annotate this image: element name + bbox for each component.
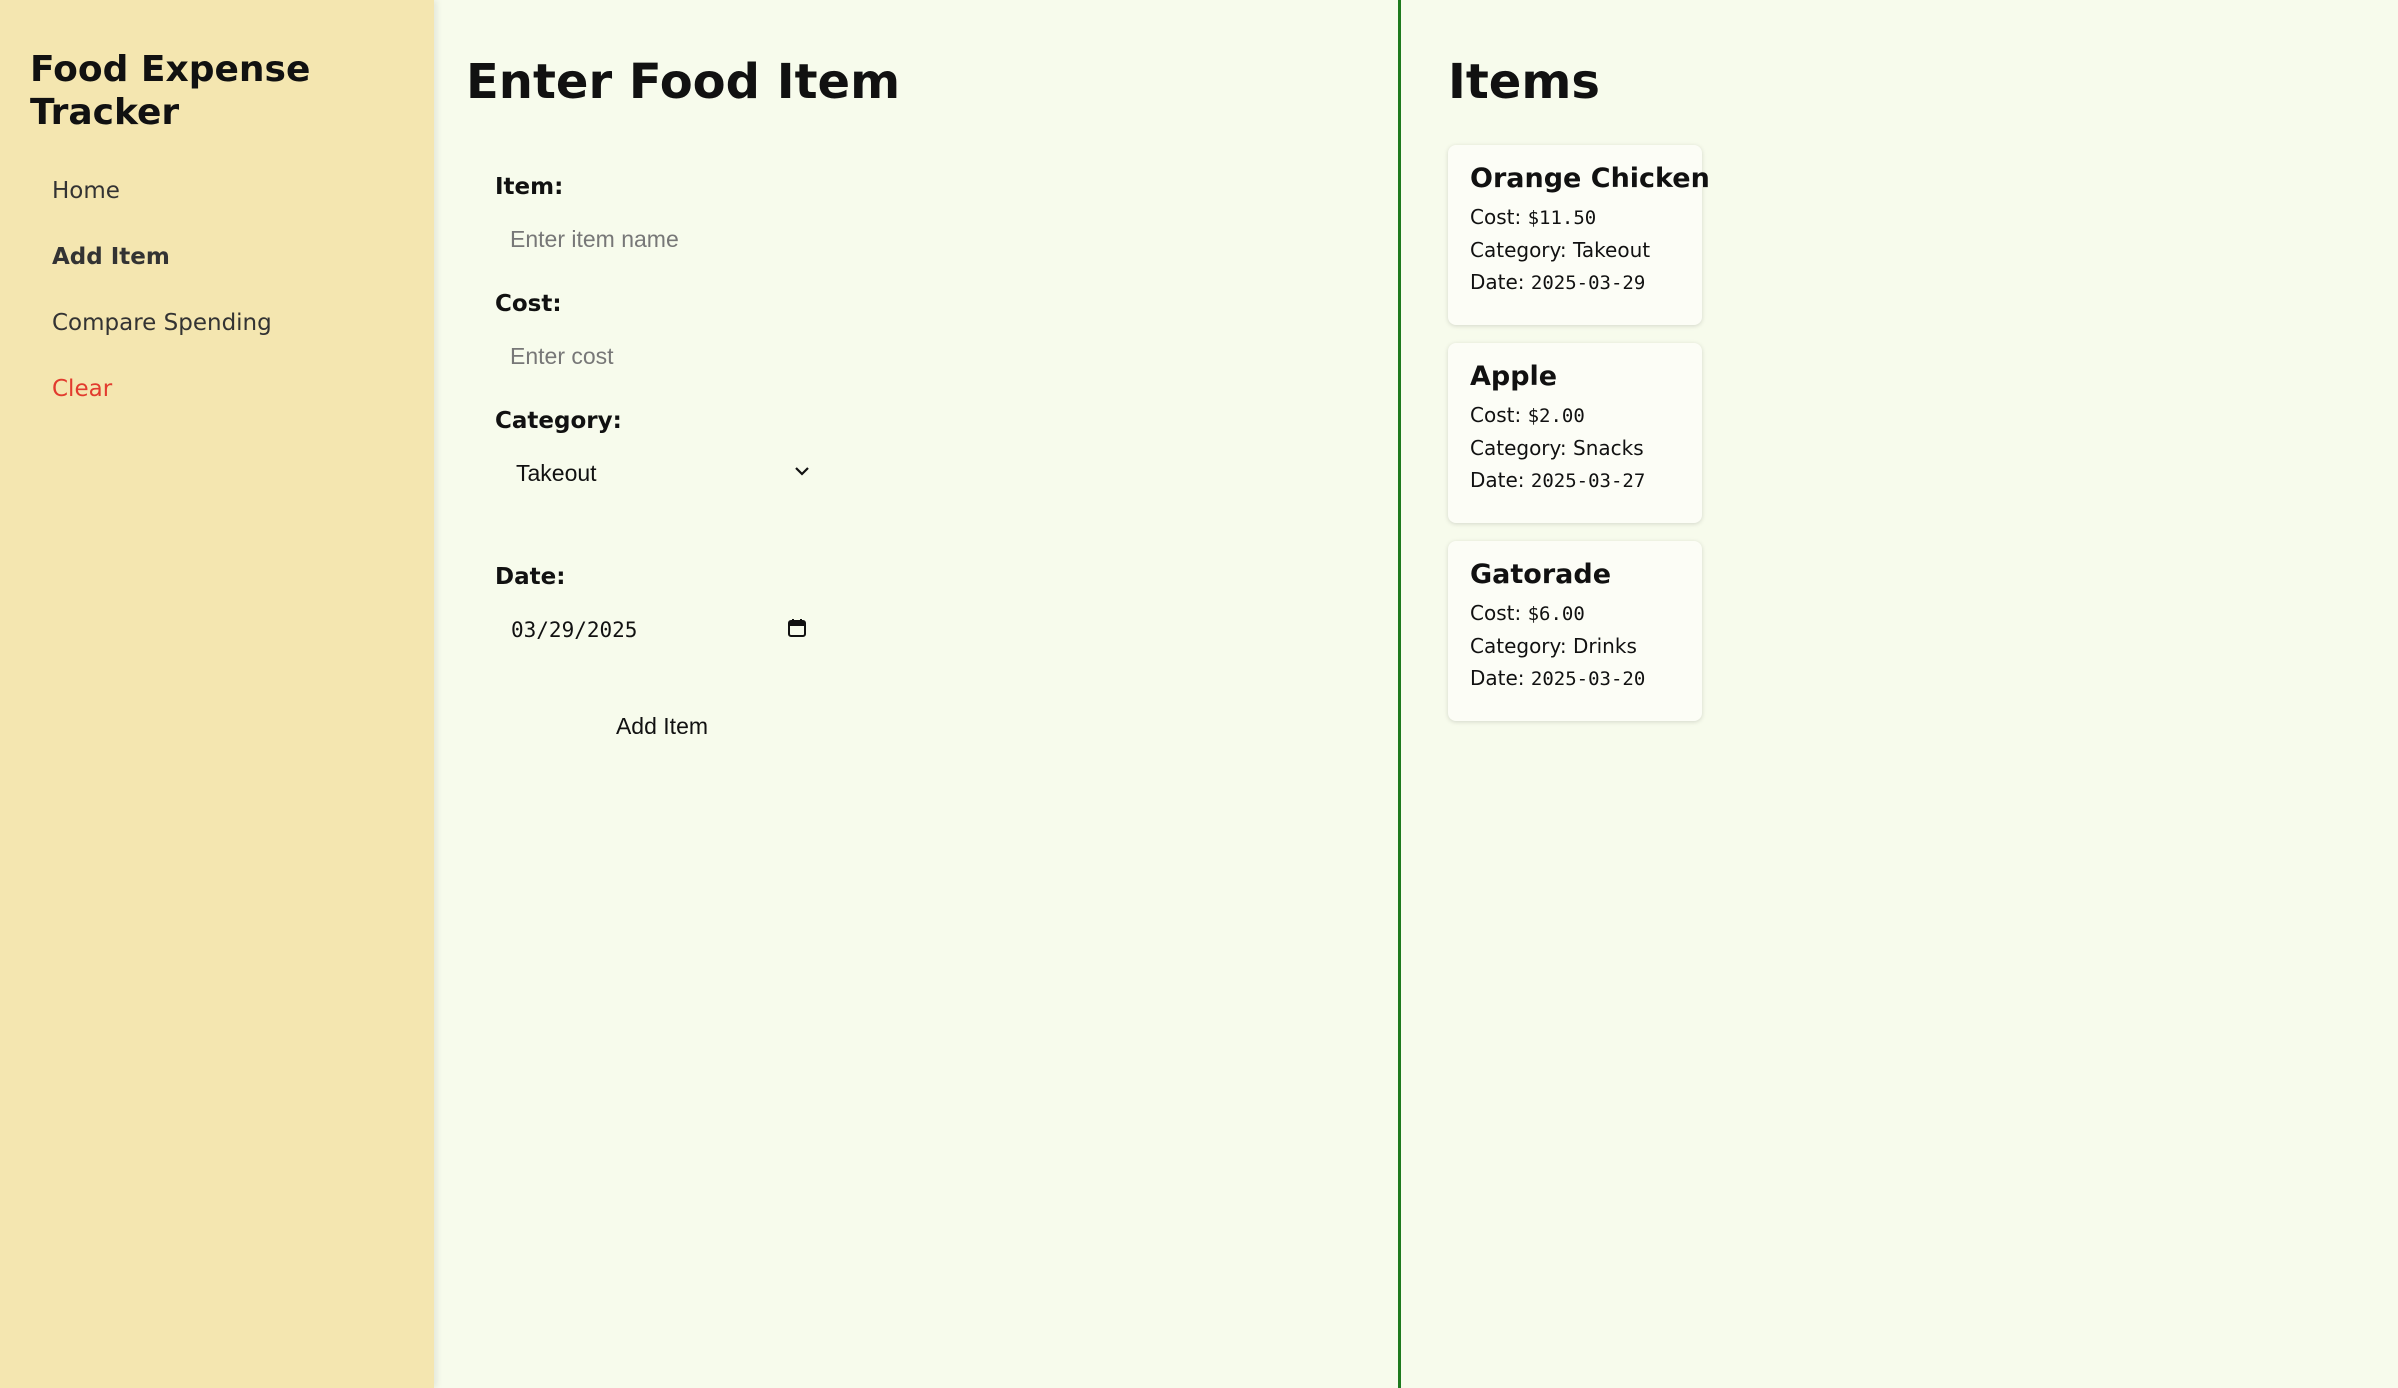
category-label: Category: <box>495 408 622 434</box>
add-item-button[interactable]: Add Item <box>562 703 762 749</box>
items-list: Orange Chicken Cost: $11.50 Category: Ta… <box>1448 145 1710 739</box>
sidebar-nav: Home Add Item Compare Spending Clear <box>52 170 272 434</box>
item-card-category: Category: Snacks <box>1470 436 1644 460</box>
date-value: 03/29/2025 <box>511 618 638 642</box>
item-card-category: Category: Takeout <box>1470 238 1651 262</box>
sidebar: Food Expense Tracker Home Add Item Compa… <box>0 0 434 1388</box>
sidebar-item-add-item[interactable]: Add Item <box>52 236 272 302</box>
item-card-date: Date: 2025-03-29 <box>1470 270 1646 294</box>
sidebar-item-home[interactable]: Home <box>52 170 272 236</box>
items-title: Items <box>1448 54 1600 110</box>
item-card-date: Date: 2025-03-27 <box>1470 468 1646 492</box>
sidebar-item-compare-spending[interactable]: Compare Spending <box>52 302 272 368</box>
cost-input[interactable] <box>495 333 825 379</box>
item-card: Orange Chicken Cost: $11.50 Category: Ta… <box>1448 145 1710 325</box>
date-input[interactable]: 03/29/2025 <box>495 607 815 653</box>
item-card-name: Gatorade <box>1470 559 1612 590</box>
sidebar-item-clear[interactable]: Clear <box>52 368 272 434</box>
category-select[interactable]: Takeout <box>495 450 825 496</box>
panel-divider <box>1398 0 1401 1388</box>
chevron-down-icon <box>793 458 811 490</box>
entry-form-panel <box>434 0 1398 1388</box>
item-card-date: Date: 2025-03-20 <box>1470 666 1646 690</box>
cost-label: Cost: <box>495 291 562 317</box>
page-title: Enter Food Item <box>466 54 901 110</box>
item-card-name: Orange Chicken <box>1470 163 1710 194</box>
item-card-category: Category: Drinks <box>1470 634 1637 658</box>
item-card-cost: Cost: $11.50 <box>1470 205 1597 229</box>
item-card: Gatorade Cost: $6.00 Category: Drinks Da… <box>1448 541 1702 721</box>
item-name-input[interactable] <box>495 216 825 262</box>
category-selected-value: Takeout <box>516 459 597 486</box>
app-title: Food Expense Tracker <box>30 49 311 133</box>
item-card: Apple Cost: $2.00 Category: Snacks Date:… <box>1448 343 1702 523</box>
item-card-name: Apple <box>1470 361 1558 392</box>
item-label: Item: <box>495 174 564 200</box>
calendar-icon[interactable] <box>787 618 807 638</box>
item-card-cost: Cost: $2.00 <box>1470 403 1585 427</box>
date-label: Date: <box>495 564 566 590</box>
item-card-cost: Cost: $6.00 <box>1470 601 1585 625</box>
